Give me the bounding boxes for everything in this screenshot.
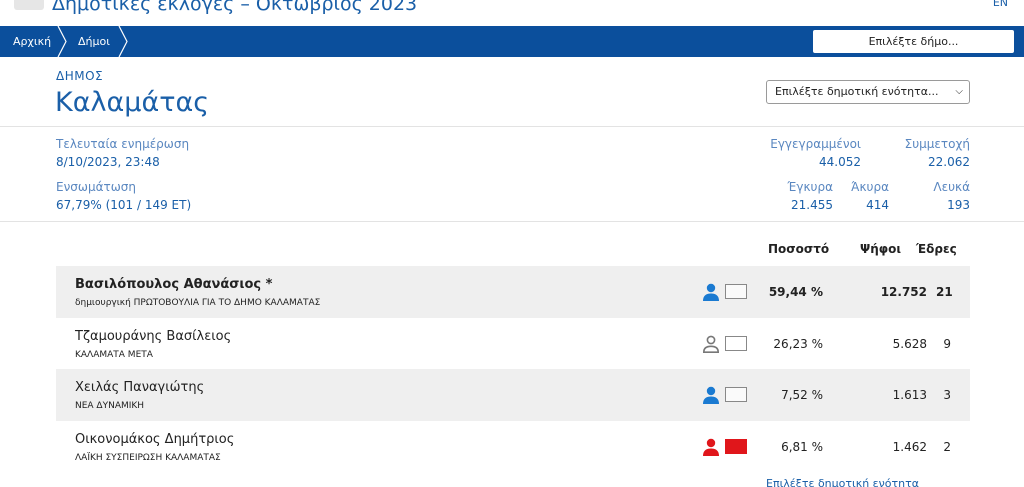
unit-select-value: Επιλέξτε δημοτική ενότητα... xyxy=(775,85,939,98)
percent-value: 6,81 % xyxy=(781,440,823,454)
municipality-name: Καλαμάτας xyxy=(55,87,210,118)
person-icon xyxy=(703,283,719,301)
votes-value: 1.613 xyxy=(892,388,927,402)
party-color-swatch xyxy=(725,336,747,351)
table-row[interactable]: Οικονομάκος Δημήτριος ΛΑΪΚΗ ΣΥΣΠΕΙΡΩΣΗ Κ… xyxy=(56,421,970,473)
table-row[interactable]: Βασιλόπουλος Αθανάσιος * δημιουργική ΠΡΩ… xyxy=(56,266,970,318)
last-update-value: 8/10/2023, 23:48 xyxy=(56,155,160,169)
seats-value: 21 xyxy=(936,285,953,299)
person-icon xyxy=(703,438,719,456)
integration-value: 67,79% (101 / 149 ΕΤ) xyxy=(56,198,192,212)
percent-column-header: Ποσοστό xyxy=(768,242,830,256)
breadcrumb-municipalities[interactable]: Δήμοι xyxy=(78,26,110,57)
invalid-label: Άκυρα xyxy=(851,180,889,194)
percent-value: 59,44 % xyxy=(768,285,823,299)
last-update-label: Τελευταία ενημέρωση xyxy=(56,137,190,151)
valid-value: 21.455 xyxy=(791,198,833,212)
valid-label: Έγκυρα xyxy=(787,180,833,194)
registered-label: Εγγεγραμμένοι xyxy=(770,137,861,151)
candidate-name: Τζαμουράνης Βασίλειος xyxy=(75,329,232,344)
unit-select-link[interactable]: Επιλέξτε δημοτική ενότητα xyxy=(766,477,919,487)
divider xyxy=(0,221,1024,222)
app-title: Δημοτικές εκλογές – Οκτώβριος 2023 xyxy=(52,0,418,15)
party-color-swatch xyxy=(725,439,747,454)
chevron-right-icon xyxy=(118,26,128,57)
seats-value: 2 xyxy=(943,440,951,454)
person-outline-icon xyxy=(702,335,720,353)
seats-value: 3 xyxy=(943,388,951,402)
party-color-swatch xyxy=(725,284,747,299)
candidate-name: Χειλάς Παναγιώτης xyxy=(75,380,205,395)
party-name: ΚΑΛΑΜΑΤΑ ΜΕΤΑ xyxy=(75,350,153,360)
blank-label: Λευκά xyxy=(933,180,970,194)
language-link[interactable]: EN xyxy=(993,0,1008,9)
person-icon xyxy=(703,386,719,404)
divider xyxy=(0,126,1024,127)
municipality-label: ΔΗΜΟΣ xyxy=(56,69,104,83)
municipality-select-button[interactable]: Επιλέξτε δήμο... xyxy=(813,30,1014,53)
turnout-value: 22.062 xyxy=(928,155,970,169)
candidate-name: Οικονομάκος Δημήτριος xyxy=(75,432,235,447)
unit-select[interactable]: Επιλέξτε δημοτική ενότητα... ⌵ xyxy=(766,80,970,104)
votes-column-header: Ψήφοι xyxy=(860,242,902,256)
breadcrumb-home[interactable]: Αρχική xyxy=(13,26,51,57)
registered-value: 44.052 xyxy=(819,155,861,169)
party-name: ΝΕΑ ΔΥΝΑΜΙΚΗ xyxy=(75,401,145,411)
party-color-swatch xyxy=(725,387,747,402)
votes-value: 12.752 xyxy=(880,285,927,299)
party-name: ΛΑΪΚΗ ΣΥΣΠΕΙΡΩΣΗ ΚΑΛΑΜΑΤΑΣ xyxy=(75,453,221,463)
party-name: δημιουργική ΠΡΩΤΟΒΟΥΛΙΑ ΓΙΑ ΤΟ ΔΗΜΟ ΚΑΛΑ… xyxy=(75,298,321,308)
votes-value: 1.462 xyxy=(892,440,927,454)
top-bar: Δημοτικές εκλογές – Οκτώβριος 2023 EN xyxy=(0,0,1024,26)
seats-value: 9 xyxy=(943,337,951,351)
votes-value: 5.628 xyxy=(892,337,927,351)
seats-column-header: Έδρες xyxy=(916,242,957,256)
table-row[interactable]: Χειλάς Παναγιώτης ΝΕΑ ΔΥΝΑΜΙΚΗ 7,52 % 1.… xyxy=(56,369,970,421)
percent-value: 26,23 % xyxy=(773,337,823,351)
integration-label: Ενσωμάτωση xyxy=(56,180,136,194)
chevron-down-icon: ⌵ xyxy=(955,86,963,97)
turnout-label: Συμμετοχή xyxy=(904,137,970,151)
percent-value: 7,52 % xyxy=(781,388,823,402)
table-row[interactable]: Τζαμουράνης Βασίλειος ΚΑΛΑΜΑΤΑ ΜΕΤΑ 26,2… xyxy=(56,318,970,370)
blank-value: 193 xyxy=(947,198,970,212)
logo xyxy=(14,0,44,10)
invalid-value: 414 xyxy=(866,198,889,212)
candidate-name: Βασιλόπουλος Αθανάσιος * xyxy=(75,277,273,292)
chevron-right-icon xyxy=(57,26,67,57)
